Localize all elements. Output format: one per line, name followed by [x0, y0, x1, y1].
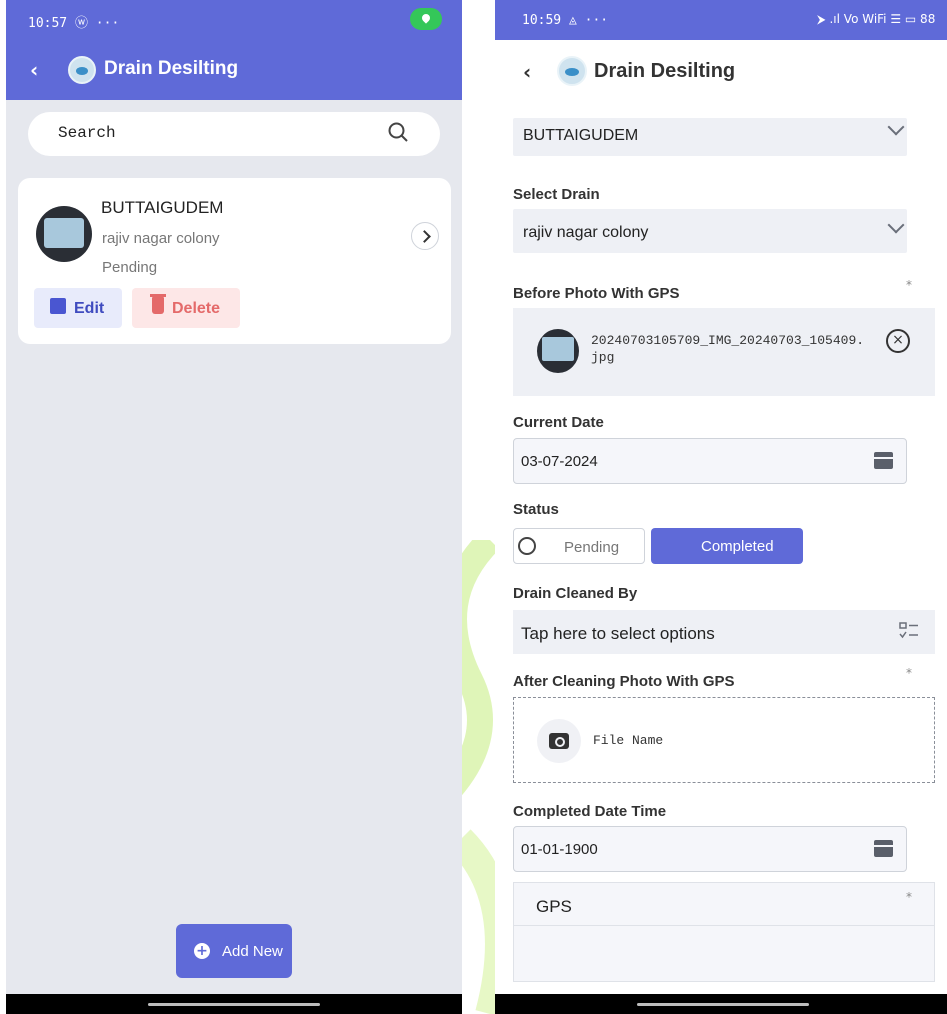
gps-label: GPS: [536, 897, 572, 916]
search-placeholder: Search: [58, 124, 116, 142]
plus-icon: +: [194, 943, 210, 959]
status-bar-icons: ⮞ .ıl Vo WiFi ☰ ▭ 88: [817, 12, 936, 26]
drain-label: Select Drain: [513, 186, 600, 203]
status-option-completed-label: Completed: [701, 538, 774, 555]
app-logo: [557, 56, 587, 86]
home-gesture-handle[interactable]: [148, 1003, 320, 1006]
delete-label: Delete: [172, 300, 221, 317]
village-select-value: BUTTAIGUDEM: [523, 127, 639, 144]
calendar-icon[interactable]: [874, 840, 893, 857]
delete-button[interactable]: Delete: [132, 288, 240, 328]
trash-icon: [150, 294, 166, 314]
before-photo-thumbnail: [537, 329, 579, 373]
camera-icon: [549, 733, 569, 749]
drain-select-value: rajiv nagar colony: [523, 224, 649, 241]
status-label: Status: [513, 501, 559, 518]
cleaned-by-multiselect[interactable]: Tap here to select options: [513, 610, 935, 654]
app-logo: [68, 56, 96, 84]
status-option-pending[interactable]: Pending: [513, 528, 645, 564]
location-indicator-icon: [410, 8, 442, 30]
edit-icon: [50, 298, 66, 314]
status-option-pending-label: Pending: [564, 539, 620, 556]
gps-divider: [513, 925, 935, 926]
list-item-title: BUTTAIGUDEM: [101, 198, 224, 217]
home-gesture-handle[interactable]: [637, 1003, 809, 1006]
cleaned-by-label: Drain Cleaned By: [513, 585, 638, 602]
before-photo-label: Before Photo With GPS: [513, 285, 680, 302]
screenshot-canvas: 10:57 ⓦ ··· ‹ Drain Desilting Search BUT…: [0, 0, 947, 1014]
search-icon[interactable]: [388, 122, 408, 142]
completed-date-value: 01-01-1900: [521, 841, 598, 858]
remove-file-icon[interactable]: ×: [886, 329, 910, 353]
required-mark: *: [906, 666, 912, 680]
back-icon[interactable]: ‹: [523, 60, 531, 84]
edit-button[interactable]: Edit: [34, 288, 122, 328]
page-title: Drain Desilting: [594, 60, 736, 82]
status-bar-time: 10:57 ⓦ ···: [28, 16, 120, 31]
list-screen: 10:57 ⓦ ··· ‹ Drain Desilting Search BUT…: [6, 0, 462, 1014]
radio-unchecked-icon: [518, 537, 536, 555]
chevron-right-icon[interactable]: [411, 222, 439, 250]
current-date-value: 03-07-2024: [521, 453, 598, 470]
back-icon[interactable]: ‹: [30, 58, 38, 82]
list-item-thumbnail: [36, 206, 92, 262]
completed-date-label: Completed Date Time: [513, 803, 667, 820]
before-photo-file-name: 20240703105709_IMG_20240703_105409.jpg: [591, 333, 865, 365]
add-new-button[interactable]: + Add New: [176, 924, 292, 978]
after-photo-label: After Cleaning Photo With GPS: [513, 673, 735, 690]
required-mark: *: [906, 278, 912, 292]
gps-panel: [513, 882, 935, 982]
list-item-status: Pending: [102, 259, 158, 276]
status-bar-time: 10:59 ◬ ···: [522, 13, 609, 28]
cleaned-by-placeholder: Tap here to select options: [521, 624, 715, 643]
calendar-icon[interactable]: [874, 452, 893, 469]
page-title: Drain Desilting: [104, 58, 239, 79]
edit-label: Edit: [74, 300, 105, 317]
checklist-icon: [899, 622, 918, 639]
current-date-label: Current Date: [513, 414, 604, 431]
after-photo-file-name: File Name: [593, 733, 664, 748]
completed-date-field[interactable]: 01-01-1900: [513, 826, 907, 872]
add-new-label: Add New: [222, 943, 283, 960]
list-item-subtitle: rajiv nagar colony: [102, 230, 220, 247]
required-mark: *: [906, 890, 912, 904]
form-screen: 10:59 ◬ ··· ⮞ .ıl Vo WiFi ☰ ▭ 88 ‹ Drain…: [495, 0, 947, 1014]
current-date-field[interactable]: 03-07-2024: [513, 438, 907, 484]
status-option-completed[interactable]: Completed: [651, 528, 803, 564]
